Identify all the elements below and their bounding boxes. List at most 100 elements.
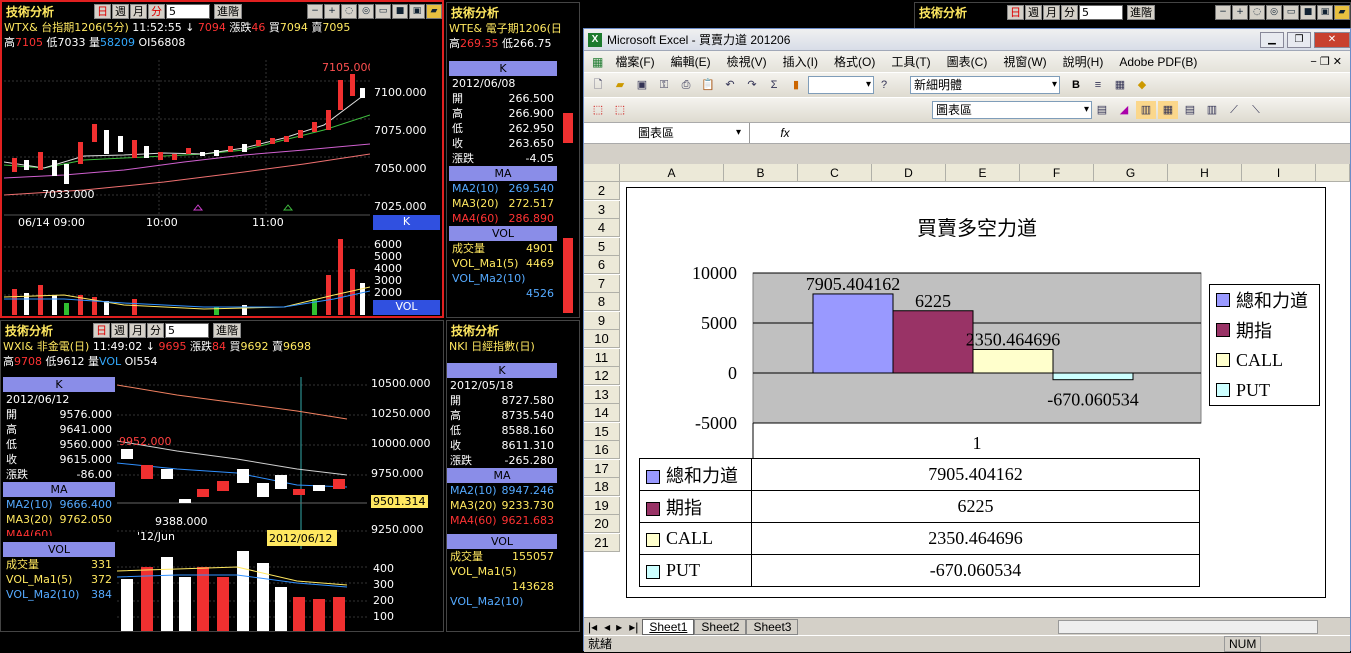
advanced-button[interactable]: 進階 <box>1127 4 1155 20</box>
permission-icon[interactable]: ⚿ <box>654 76 674 94</box>
pdf-mail-icon[interactable]: ⬚ <box>610 101 630 119</box>
period-week-button[interactable]: 週 <box>112 3 129 19</box>
by-row-icon[interactable]: ▤ <box>1180 101 1200 119</box>
menu-tools[interactable]: 工具(T) <box>883 53 938 70</box>
chart-panel-finance[interactable]: 技術分析 日週月分 5 進階 − + ◌ ◎ ▭ ■ ▣ ▰ <box>914 2 1351 30</box>
menu-view[interactable]: 檢視(V) <box>719 53 775 70</box>
redo-icon[interactable]: ↷ <box>742 76 762 94</box>
row-header[interactable]: 20 <box>584 515 620 533</box>
sheet-tab-3[interactable]: Sheet3 <box>746 618 799 635</box>
period-week-button[interactable]: 週 <box>1025 4 1042 20</box>
chat-icon[interactable]: ▭ <box>375 3 391 19</box>
col-header-j[interactable] <box>1316 164 1350 182</box>
menu-file[interactable]: 檔案(F) <box>607 53 662 70</box>
save-icon[interactable]: ▣ <box>632 76 652 94</box>
col-header-d[interactable]: D <box>872 164 946 182</box>
row-header[interactable]: 12 <box>584 367 620 385</box>
align-icon[interactable]: ≡ <box>1088 76 1108 94</box>
period-day-button[interactable]: 日 <box>94 3 111 19</box>
sheet-tab-1[interactable]: Sheet1 <box>642 618 695 635</box>
row-header[interactable]: 19 <box>584 496 620 515</box>
chart-object-select[interactable]: 圖表區 <box>932 101 1092 119</box>
interval-select[interactable]: 5 <box>165 322 209 338</box>
minimize-button[interactable]: ▁ <box>1260 31 1284 48</box>
restore-button[interactable]: ❐ <box>1287 31 1311 48</box>
col-header-h[interactable]: H <box>1168 164 1242 182</box>
border-icon[interactable]: ▦ <box>1110 76 1130 94</box>
period-minute-button[interactable]: 分 <box>148 3 165 19</box>
fill-color-icon[interactable]: ◆ <box>1132 76 1152 94</box>
save-icon[interactable]: ■ <box>1300 4 1316 20</box>
window-icon[interactable]: ▣ <box>409 3 425 19</box>
row-header[interactable]: 4 <box>584 219 620 237</box>
paste-icon[interactable]: 📋 <box>698 76 718 94</box>
row-header[interactable]: 17 <box>584 459 620 478</box>
row-header[interactable]: 14 <box>584 404 620 422</box>
sheet-tab-2[interactable]: Sheet2 <box>694 618 747 635</box>
angle-text-up-icon[interactable]: ⟍ <box>1246 101 1266 119</box>
chart-panel-nonfinance[interactable]: 技術分析 日週月分 5 進階 WXI& 非金電(日) 11:49:02 ↓ 96… <box>0 320 444 632</box>
menu-format[interactable]: 格式(O) <box>826 53 883 70</box>
row-header[interactable]: 13 <box>584 385 620 404</box>
col-header-c[interactable]: C <box>798 164 872 182</box>
close-button[interactable]: ✕ <box>1314 31 1350 48</box>
window-icon[interactable]: ▣ <box>1317 4 1333 20</box>
horizontal-scrollbar[interactable] <box>1058 619 1319 634</box>
period-month-button[interactable]: 月 <box>1043 4 1060 20</box>
formula-input[interactable] <box>820 123 1350 143</box>
new-icon[interactable]: 🗋 <box>588 76 608 94</box>
minus-icon[interactable]: − <box>1215 4 1231 20</box>
zoom-out-icon[interactable]: ◌ <box>341 3 357 19</box>
open-icon[interactable]: ▰ <box>610 76 630 94</box>
sheet-nav-first-icon[interactable]: |◂ <box>584 620 601 634</box>
interval-select[interactable]: 5 <box>166 3 210 19</box>
name-box[interactable]: 圖表區 <box>584 123 750 143</box>
by-column-icon[interactable]: ▥ <box>1202 101 1222 119</box>
help-icon[interactable]: ? <box>874 76 894 94</box>
menu-chart[interactable]: 圖表(C) <box>939 53 996 70</box>
worksheet-grid[interactable]: A B C D E F G H I 2 3 4 5 6 7 8 9 10 11 12 13 14 15 16… <box>584 164 1350 624</box>
row-header[interactable]: 15 <box>584 422 620 441</box>
folder-icon[interactable]: ▰ <box>426 3 442 19</box>
zoom-in-icon[interactable]: ◎ <box>358 3 374 19</box>
row-header[interactable]: 5 <box>584 237 620 256</box>
chart-panel-electronics[interactable]: 技術分析 WTE& 電子期1206(日 高269.35 低266.75 K 20… <box>446 2 580 318</box>
save-icon[interactable]: ■ <box>392 3 408 19</box>
legend-icon[interactable]: ▥ <box>1136 101 1156 119</box>
candlestick-chart[interactable]: 7105.000 7033.000 06/14 09:00 10:00 11:0… <box>4 60 370 232</box>
menu-window[interactable]: 視窗(W) <box>995 53 1054 70</box>
row-header[interactable]: 18 <box>584 478 620 496</box>
plus-icon[interactable]: + <box>1232 4 1248 20</box>
zoom-out-icon[interactable]: ◌ <box>1249 4 1265 20</box>
col-header-g[interactable]: G <box>1094 164 1168 182</box>
row-header[interactable]: 7 <box>584 274 620 293</box>
col-header-a[interactable]: A <box>620 164 724 182</box>
folder-icon[interactable]: ▰ <box>1334 4 1350 20</box>
advanced-button[interactable]: 進階 <box>213 322 241 338</box>
format-chart-area-icon[interactable]: ▤ <box>1092 101 1112 119</box>
bold-button[interactable]: B <box>1066 76 1086 94</box>
chart-panel-taifex[interactable]: 技術分析 日週月分 5 進階 − + ◌ ◎ ▭ ■ ▣ ▰ WTX& 台指期1206(5分)… <box>0 0 444 318</box>
print-icon[interactable]: ⎙ <box>676 76 696 94</box>
row-header[interactable]: 3 <box>584 200 620 219</box>
col-header-i[interactable]: I <box>1242 164 1316 182</box>
menu-adobe-pdf[interactable]: Adobe PDF(B) <box>1111 55 1205 69</box>
pdf-icon[interactable]: ⬚ <box>588 101 608 119</box>
candlestick-chart[interactable]: 9952.000 9388.000 '12/Jun 2012/06/12 <box>117 377 367 549</box>
sheet-nav-last-icon[interactable]: ▸| <box>625 620 642 634</box>
fx-icon[interactable]: fx <box>750 126 820 140</box>
row-header[interactable]: 10 <box>584 330 620 348</box>
period-day-button[interactable]: 日 <box>1007 4 1024 20</box>
chart-object[interactable]: 買賣多空力道 10000 5000 0 -5000 7905.404162 6225 235… <box>626 187 1326 598</box>
chart-wizard-icon[interactable]: ▮ <box>786 76 806 94</box>
zoom-select[interactable] <box>808 76 874 94</box>
col-header-e[interactable]: E <box>946 164 1020 182</box>
doc-window-controls[interactable]: − ❐ ✕ <box>1302 55 1350 68</box>
chart-type-icon[interactable]: ◢ <box>1114 101 1134 119</box>
period-day-button[interactable]: 日 <box>93 322 110 338</box>
angle-text-icon[interactable]: ⟋ <box>1224 101 1244 119</box>
zoom-in-icon[interactable]: ◎ <box>1266 4 1282 20</box>
font-select[interactable]: 新細明體 <box>910 76 1060 94</box>
period-month-button[interactable]: 月 <box>130 3 147 19</box>
row-header[interactable]: 21 <box>584 533 620 552</box>
